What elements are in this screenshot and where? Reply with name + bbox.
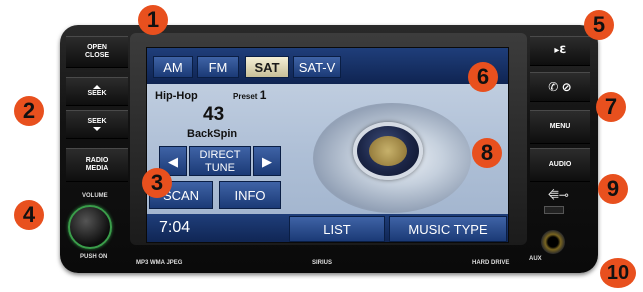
tune-up-button[interactable]: ▶ xyxy=(253,146,281,176)
direct-tune-button[interactable]: DIRECT TUNE xyxy=(189,146,251,176)
tab-sat-v[interactable]: SAT-V xyxy=(293,56,341,78)
callout-10: 10 xyxy=(600,258,636,288)
tune-label: TUNE xyxy=(205,162,235,174)
music-type-button[interactable]: MUSIC TYPE xyxy=(389,216,507,242)
seek-down-button[interactable]: SEEK xyxy=(66,110,128,139)
menu-label: MENU xyxy=(549,123,571,130)
seek-up-button[interactable]: SEEK xyxy=(66,77,128,106)
direct-label: DIRECT xyxy=(199,149,241,161)
tab-am[interactable]: AM xyxy=(153,56,193,78)
usb-icon: ⭅⊸ xyxy=(548,188,569,202)
tab-fm[interactable]: FM xyxy=(197,56,239,78)
station-name: BackSpin xyxy=(187,128,238,140)
open-label: OPEN xyxy=(87,44,107,51)
channel-number: 43 xyxy=(203,104,225,125)
callout-2: 2 xyxy=(14,96,44,126)
phone-button[interactable]: ✆ ⊘ xyxy=(530,72,590,102)
volume-label: VOLUME xyxy=(82,193,108,199)
callout-6: 6 xyxy=(468,62,498,92)
genre-label: Hip-Hop xyxy=(155,90,198,102)
close-label: CLOSE xyxy=(84,52,110,59)
clock: 7:04 xyxy=(159,219,191,236)
radio-label: RADIO xyxy=(85,157,109,164)
right-triangle-icon: ▶ xyxy=(262,154,272,169)
usb-port[interactable] xyxy=(544,206,564,214)
phone-icon: ✆ ⊘ xyxy=(548,80,572,94)
preset-label: Preset xyxy=(233,92,258,101)
down-arrow-icon xyxy=(93,127,101,131)
callout-8: 8 xyxy=(472,138,502,168)
list-button[interactable]: LIST xyxy=(289,216,385,242)
formats-label: MP3 WMA JPEG xyxy=(136,260,183,266)
radio-media-button[interactable]: RADIO MEDIA xyxy=(66,148,128,182)
brand-badge-center xyxy=(369,136,407,166)
open-close-button[interactable]: OPEN CLOSE xyxy=(66,36,128,68)
callout-1: 1 xyxy=(138,5,168,35)
menu-button[interactable]: MENU xyxy=(530,110,590,144)
touchscreen: AM FM SAT SAT-V Hip-Hop Preset 1 43 Back… xyxy=(146,47,509,243)
aux-label: AUX xyxy=(529,256,542,262)
volume-knob[interactable] xyxy=(68,205,112,249)
seek-up-label: SEEK xyxy=(87,90,107,97)
tab-sat[interactable]: SAT xyxy=(245,56,289,78)
callout-9: 9 xyxy=(598,174,628,204)
audio-button[interactable]: AUDIO xyxy=(530,148,590,182)
push-on-label: PUSH ON xyxy=(80,254,108,260)
sirius-logo: SIRIUS xyxy=(312,260,333,266)
preset-number: 1 xyxy=(259,88,267,102)
callout-5: 5 xyxy=(584,10,614,40)
info-button[interactable]: INFO xyxy=(219,181,281,209)
callout-3: 3 xyxy=(142,168,172,198)
callout-7: 7 xyxy=(596,92,626,122)
voice-icon: ▸ℇ xyxy=(554,45,566,56)
preset-indicator: Preset 1 xyxy=(233,88,266,102)
hard-drive-label: HARD DRIVE xyxy=(472,260,510,266)
audio-label: AUDIO xyxy=(548,161,572,168)
left-triangle-icon: ◀ xyxy=(168,154,178,169)
seek-down-label: SEEK xyxy=(87,118,107,125)
media-label: MEDIA xyxy=(85,165,109,172)
aux-jack[interactable] xyxy=(541,230,565,254)
callout-4: 4 xyxy=(14,200,44,230)
voice-command-button[interactable]: ▸ℇ xyxy=(530,36,590,66)
up-arrow-icon xyxy=(93,85,101,89)
